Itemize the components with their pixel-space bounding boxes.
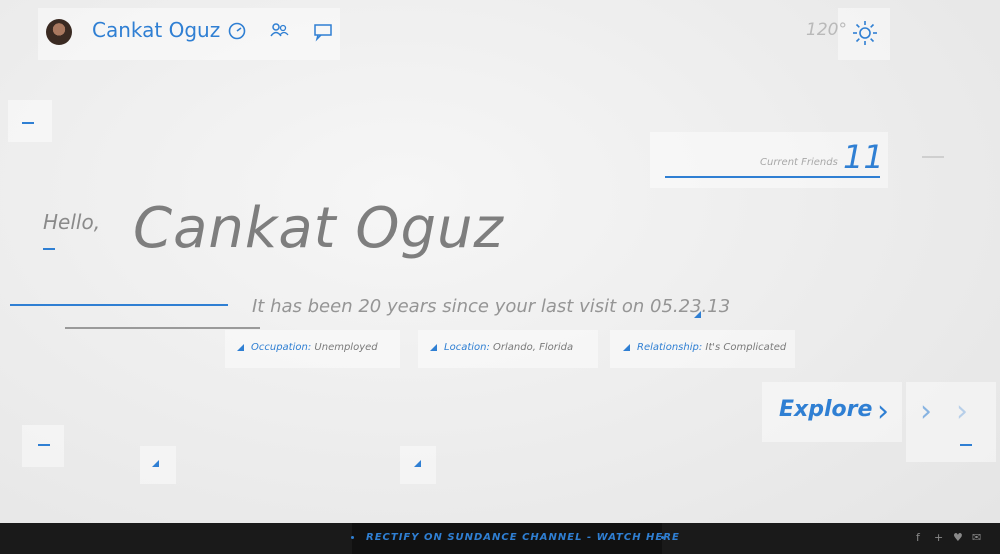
divider-line	[10, 304, 228, 306]
side-tile	[22, 425, 64, 467]
info-label: Location:	[444, 342, 490, 353]
info-value: Unemployed	[314, 342, 378, 353]
triangle-icon	[430, 344, 437, 351]
divider-line	[65, 327, 260, 329]
sun-icon	[853, 21, 877, 45]
dash-marker	[922, 156, 944, 158]
info-value: It's Complicated	[705, 342, 787, 353]
greeting-hello: Hello,	[43, 210, 101, 234]
dash-marker	[22, 122, 34, 124]
temperature: 120°	[806, 20, 847, 40]
greeting-name: Cankat Oguz	[133, 196, 504, 261]
dash-marker	[960, 444, 972, 446]
chevron-right-icon: ›	[920, 394, 932, 429]
info-label: Relationship:	[637, 342, 703, 353]
gauge-icon[interactable]	[226, 20, 248, 42]
last-visit-text: It has been 20 years since your last vis…	[252, 296, 731, 317]
chevron-right-icon: ›	[956, 394, 968, 429]
side-tile	[8, 100, 52, 142]
avatar[interactable]	[46, 19, 72, 45]
chat-icon[interactable]	[312, 20, 334, 42]
mail-icon[interactable]: ✉	[972, 531, 981, 544]
triangle-icon	[623, 344, 630, 351]
google-plus-icon[interactable]: +	[934, 531, 943, 544]
explore-button[interactable]: Explore	[779, 397, 872, 422]
friends-count[interactable]: 11	[843, 138, 884, 176]
info-relationship: Relationship: It's Complicated	[623, 342, 786, 353]
friends-icon[interactable]	[268, 20, 290, 42]
chevron-right-icon[interactable]: ›	[877, 394, 889, 429]
friends-underline	[665, 176, 880, 178]
info-value: Orlando, Florida	[493, 342, 574, 353]
triangle-icon	[237, 344, 244, 351]
triangle-marker	[694, 311, 701, 318]
facebook-icon[interactable]: f	[916, 531, 920, 544]
triangle-marker	[414, 460, 421, 467]
footer-watch-link[interactable]: RECTIFY ON SUNDANCE CHANNEL - WATCH HERE	[366, 532, 680, 543]
dash-marker	[43, 248, 55, 250]
footer-dot	[351, 536, 354, 539]
info-occupation: Occupation: Unemployed	[237, 342, 378, 353]
dash-marker	[38, 444, 50, 446]
info-label: Occupation:	[251, 342, 312, 353]
info-location: Location: Orlando, Florida	[430, 342, 573, 353]
twitter-icon[interactable]: ♥	[953, 531, 963, 544]
user-name-link[interactable]: Cankat Oguz	[92, 18, 220, 42]
triangle-marker	[152, 460, 159, 467]
friends-label: Current Friends	[760, 157, 838, 168]
